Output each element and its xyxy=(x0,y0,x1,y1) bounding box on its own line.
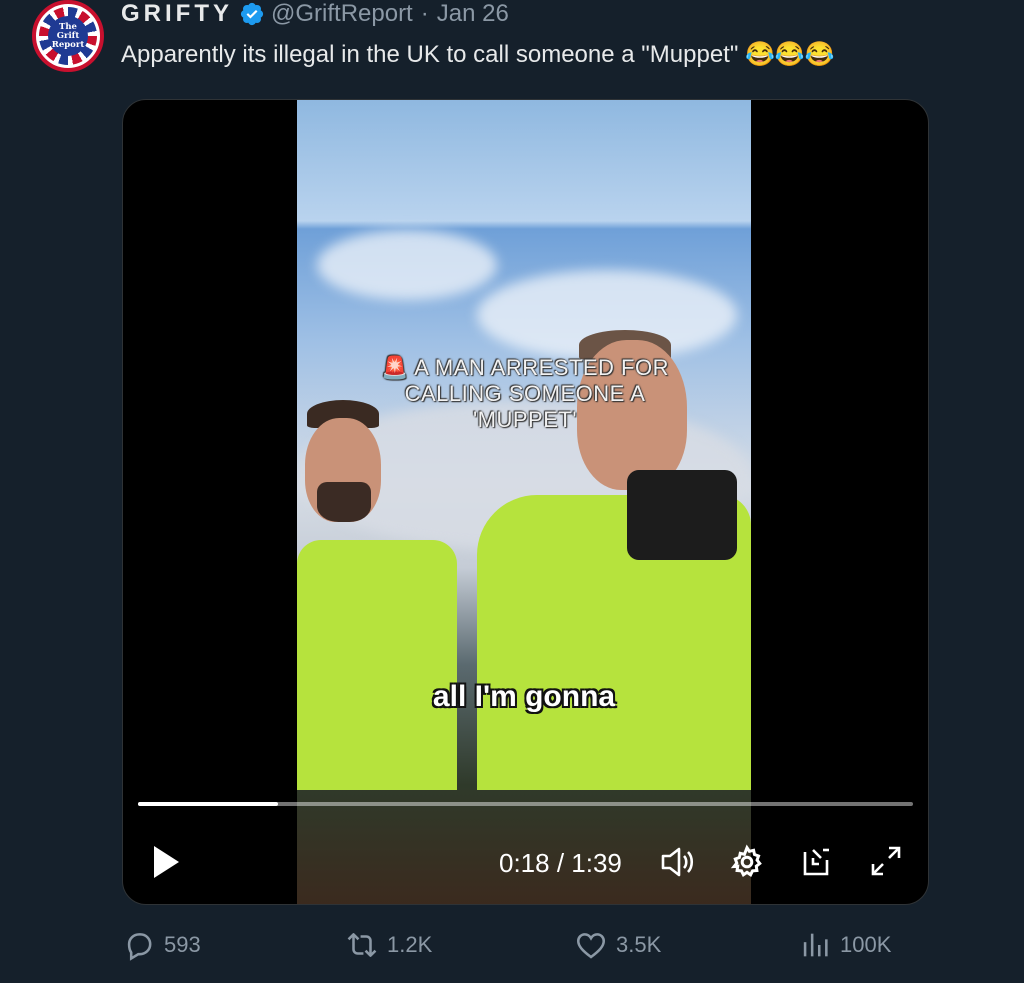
video-caption: all I'm gonna xyxy=(432,680,616,713)
video-frame: 🚨 A MAN ARRESTED FOR CALLING SOMEONE A '… xyxy=(297,100,751,904)
verified-badge-icon[interactable] xyxy=(239,1,265,27)
views-chart-icon xyxy=(803,933,828,957)
volume-icon[interactable] xyxy=(659,844,697,880)
retweet-button[interactable]: 1.2K xyxy=(345,928,432,962)
retweet-icon xyxy=(347,933,377,957)
picture-in-picture-icon[interactable] xyxy=(799,844,835,880)
user-handle[interactable]: @GriftReport xyxy=(271,0,413,28)
reply-button[interactable]: 593 xyxy=(122,928,201,962)
heart-icon xyxy=(576,933,606,959)
avatar-text-line: Report xyxy=(51,39,85,50)
video-player[interactable]: 🚨 A MAN ARRESTED FOR CALLING SOMEONE A '… xyxy=(122,99,929,905)
profile-avatar[interactable]: The Grift Report xyxy=(32,0,104,72)
like-count: 3.5K xyxy=(616,932,662,957)
separator-dot: · xyxy=(420,0,429,27)
tweet-actions: 593 1.2K 3.5K 100K xyxy=(0,928,1024,968)
tweet-header: GRIFTY @GriftReport · Jan 26 xyxy=(121,0,509,28)
avatar-logo: The Grift Report xyxy=(48,16,88,56)
fullscreen-icon[interactable] xyxy=(869,844,903,878)
video-controls: 0:18 / 1:39 xyxy=(123,840,928,884)
settings-gear-icon[interactable] xyxy=(729,844,765,880)
retweet-count: 1.2K xyxy=(387,932,433,957)
overlay-title-line: 🚨 A MAN ARRESTED FOR xyxy=(381,355,669,380)
progress-fill xyxy=(138,802,278,806)
overlay-title-line: 'MUPPET' xyxy=(472,407,578,432)
reply-icon xyxy=(127,933,152,961)
tweet-text: Apparently its illegal in the UK to call… xyxy=(121,41,835,68)
video-overlay-title: 🚨 A MAN ARRESTED FOR CALLING SOMEONE A '… xyxy=(355,355,695,433)
views-button[interactable]: 100K xyxy=(798,928,891,962)
play-icon[interactable] xyxy=(151,844,181,880)
tweet-date[interactable]: Jan 26 xyxy=(437,0,509,28)
display-name[interactable]: GRIFTY xyxy=(121,0,233,28)
overlay-title-line: CALLING SOMEONE A xyxy=(404,381,646,406)
reply-count: 593 xyxy=(164,932,201,957)
time-display: 0:18 / 1:39 xyxy=(499,848,622,878)
like-button[interactable]: 3.5K xyxy=(574,928,661,962)
views-count: 100K xyxy=(840,932,892,957)
progress-bar[interactable] xyxy=(138,802,913,806)
